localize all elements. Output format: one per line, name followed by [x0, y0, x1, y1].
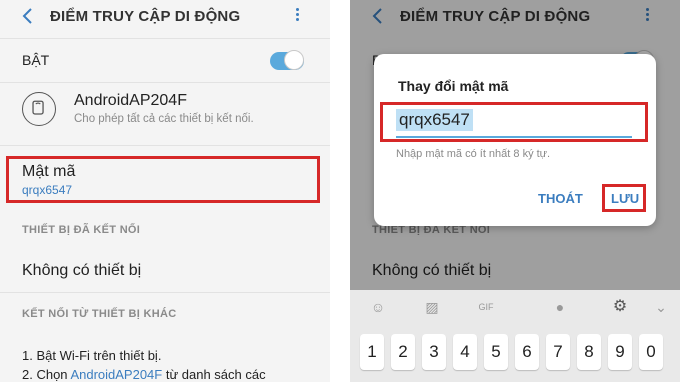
key-8[interactable]: 8 [577, 334, 601, 370]
keyboard-toolbar: ☺ ▨ GIF ● ⚙ ⌄ [350, 290, 680, 326]
sticker-icon[interactable]: ▨ [424, 299, 440, 315]
key-1[interactable]: 1 [360, 334, 384, 370]
key-4[interactable]: 4 [453, 334, 477, 370]
key-3[interactable]: 3 [422, 334, 446, 370]
hotspot-icon [22, 92, 56, 126]
key-5[interactable]: 5 [484, 334, 508, 370]
key-6[interactable]: 6 [515, 334, 539, 370]
hotspot-settings-screen: ĐIỂM TRUY CẬP DI ĐỘNG BẬT AndroidAP204F … [0, 0, 330, 382]
instruction-step-2: 2. Chọn AndroidAP204F từ danh sách các [22, 367, 266, 382]
keyboard: ☺ ▨ GIF ● ⚙ ⌄ 1234567890 [350, 290, 680, 382]
password-hint: Nhập mật mã có ít nhất 8 ký tự. [396, 148, 551, 160]
hotspot-toggle[interactable] [270, 50, 304, 70]
change-password-dialog: Thay đổi mật mã qrqx6547 Nhập mật mã có … [374, 54, 656, 226]
key-9[interactable]: 9 [608, 334, 632, 370]
input-highlight [380, 102, 648, 142]
ap-description: Cho phép tất cả các thiết bị kết nối. [74, 113, 254, 125]
back-arrow-icon[interactable] [18, 6, 38, 26]
ap-name[interactable]: AndroidAP204F [74, 92, 187, 110]
key-0[interactable]: 0 [639, 334, 663, 370]
gear-icon[interactable]: ⚙ [612, 299, 628, 315]
hotspot-toggle-label: BẬT [22, 52, 50, 68]
key-7[interactable]: 7 [546, 334, 570, 370]
dialog-title: Thay đổi mật mã [398, 78, 509, 94]
no-device-text: Không có thiết bị [22, 262, 142, 279]
save-highlight [602, 184, 646, 212]
cancel-button[interactable]: THOÁT [538, 191, 583, 206]
change-password-screen: ĐIỂM TRUY CẬP DI ĐỘNG Bậ THIẾT BỊ ĐÃ KẾT… [350, 0, 680, 382]
more-options-icon[interactable] [292, 6, 302, 26]
emoji-icon[interactable]: ☺ [370, 299, 386, 315]
mic-icon[interactable]: ● [552, 299, 568, 315]
chevron-down-icon[interactable]: ⌄ [653, 299, 669, 315]
password-row-highlight[interactable] [6, 156, 320, 203]
app-header: ĐIỂM TRUY CẬP DI ĐỘNG [0, 0, 330, 34]
other-devices-heading: KẾT NỐI TỪ THIẾT BỊ KHÁC [22, 308, 177, 320]
page-title: ĐIỂM TRUY CẬP DI ĐỘNG [50, 8, 241, 25]
instruction-step-1: 1. Bật Wi-Fi trên thiết bị. [22, 348, 162, 363]
gif-icon[interactable]: GIF [478, 299, 494, 315]
ap-name-link[interactable]: AndroidAP204F [70, 367, 162, 382]
connected-devices-heading: THIẾT BỊ ĐÃ KẾT NỐI [22, 224, 141, 236]
key-2[interactable]: 2 [391, 334, 415, 370]
